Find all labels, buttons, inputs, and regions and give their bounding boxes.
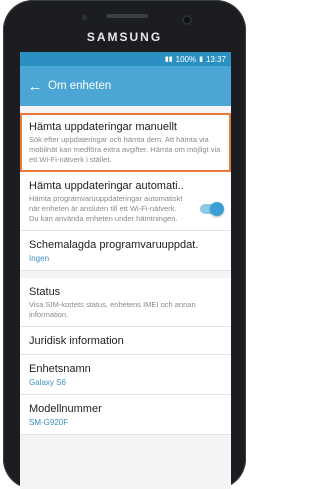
model-number-item[interactable]: Modellnummer SM-G920F (20, 395, 231, 435)
scheduled-updates-item[interactable]: Schemalagda programvaruuppdat. Ingen (20, 231, 231, 271)
item-title: Hämta uppdateringar manuellt (29, 121, 177, 133)
item-description: Hämta programvaruuppdateringar automatis… (29, 194, 183, 223)
battery-level: 100% (175, 54, 197, 64)
phone-frame: SAMSUNG ▮▮ 100% ▮ 13:37 ← Om enheten Häm… (3, 0, 246, 489)
proximity-sensor (82, 15, 87, 20)
download-updates-manually-item[interactable]: Hämta uppdateringar manuellt Sök efter u… (20, 113, 231, 172)
item-description: Visa SIM-kortets status, enhetens IMEI o… (29, 300, 196, 319)
device-name-item[interactable]: Enhetsnamn Galaxy S6 (20, 355, 231, 395)
battery-icon: ▮ (199, 56, 203, 63)
spacer (20, 106, 231, 113)
front-camera (182, 15, 192, 25)
earpiece-speaker (106, 14, 148, 18)
item-title: Juridisk information (29, 335, 124, 347)
legal-information-item[interactable]: Juridisk information (20, 327, 231, 355)
item-title: Hämta uppdateringar automati.. (29, 180, 184, 192)
back-arrow-icon[interactable]: ← (22, 78, 48, 95)
item-title: Enhetsnamn (29, 363, 91, 375)
item-value: Galaxy S6 (29, 378, 66, 387)
item-value: Ingen (29, 254, 50, 263)
item-value: SM-G920F (29, 418, 69, 427)
auto-update-toggle[interactable] (200, 202, 224, 216)
auto-download-updates-item[interactable]: Hämta uppdateringar automati.. Hämta pro… (20, 172, 231, 231)
status-bar: ▮▮ 100% ▮ 13:37 (20, 52, 231, 66)
app-bar: ← Om enheten (20, 66, 231, 106)
item-title: Status (29, 286, 61, 298)
toggle-knob (210, 202, 224, 216)
signal-icon: ▮▮ (164, 56, 173, 63)
page-title: Om enheten (48, 80, 112, 92)
clock: 13:37 (205, 54, 226, 64)
item-description: Sök efter uppdateringar och hämta dem. A… (29, 135, 221, 164)
screen: ▮▮ 100% ▮ 13:37 ← Om enheten Hämta uppda… (20, 52, 231, 489)
brand-logo: SAMSUNG (86, 30, 163, 44)
status-item[interactable]: Status Visa SIM-kortets status, enhetens… (20, 278, 231, 327)
spacer (20, 271, 231, 278)
item-title: Schemalagda programvaruuppdat. (29, 239, 199, 251)
item-title: Modellnummer (29, 403, 102, 415)
